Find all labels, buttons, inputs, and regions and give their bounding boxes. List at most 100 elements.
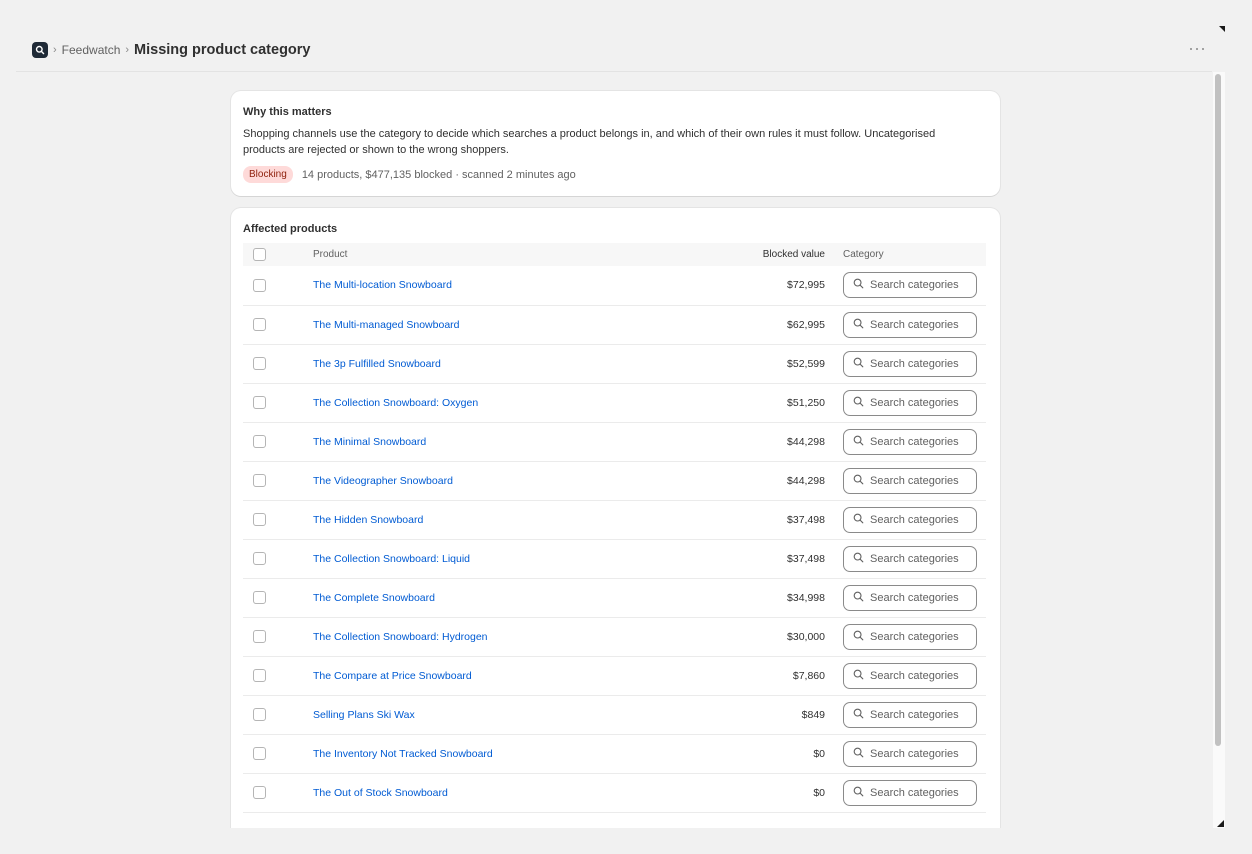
product-link[interactable]: The Compare at Price Snowboard bbox=[313, 670, 472, 682]
search-icon bbox=[853, 278, 864, 292]
category-search-field[interactable] bbox=[843, 311, 977, 338]
row-checkbox[interactable] bbox=[253, 591, 266, 604]
category-search-field[interactable] bbox=[843, 272, 977, 299]
row-checkbox[interactable] bbox=[253, 357, 266, 370]
row-checkbox[interactable] bbox=[253, 708, 266, 721]
category-search-field[interactable] bbox=[843, 467, 977, 494]
category-search-field[interactable] bbox=[843, 389, 977, 416]
row-checkbox[interactable] bbox=[253, 278, 266, 292]
product-link[interactable]: The Collection Snowboard: Liquid bbox=[313, 553, 470, 565]
more-horizontal-icon[interactable] bbox=[1190, 42, 1204, 56]
scrollbar[interactable] bbox=[1213, 72, 1225, 828]
product-link[interactable]: The Complete Snowboard bbox=[313, 592, 435, 604]
category-search-field[interactable] bbox=[843, 779, 977, 806]
status-badge: Blocking bbox=[243, 166, 293, 183]
product-link[interactable]: The Out of Stock Snowboard bbox=[313, 787, 448, 799]
category-search-field[interactable] bbox=[843, 428, 977, 455]
product-link[interactable]: Selling Plans Ski Wax bbox=[313, 709, 415, 721]
blocked-value: $0 bbox=[813, 747, 825, 760]
category-search-field[interactable] bbox=[843, 623, 977, 650]
main-content: Why this matters Shopping channels use t… bbox=[16, 72, 1212, 828]
search-icon bbox=[853, 318, 864, 332]
category-search-field[interactable] bbox=[843, 701, 977, 728]
product-link[interactable]: The Videographer Snowboard bbox=[313, 475, 453, 487]
category-search-field[interactable] bbox=[843, 545, 977, 572]
category-search-field[interactable] bbox=[843, 584, 977, 611]
category-search-input[interactable] bbox=[870, 786, 970, 799]
category-search-input[interactable] bbox=[870, 435, 970, 448]
table-row: The Inventory Not Tracked Snowboard $0 bbox=[243, 734, 986, 773]
table-row: The Compare at Price Snowboard $7,860 bbox=[243, 656, 986, 695]
breadcrumb-feedwatch[interactable]: Feedwatch bbox=[62, 43, 121, 57]
status-row: Blocking 14 products, $477,135 blocked ·… bbox=[243, 166, 988, 183]
table-header-row: Product Blocked value Category bbox=[243, 243, 986, 266]
row-checkbox[interactable] bbox=[253, 747, 266, 760]
blocked-value: $44,298 bbox=[787, 435, 825, 448]
row-checkbox[interactable] bbox=[253, 396, 266, 409]
category-search-input[interactable] bbox=[870, 591, 970, 604]
search-icon bbox=[853, 747, 864, 761]
column-header-blocked-value[interactable]: Blocked value bbox=[679, 243, 843, 266]
table-row: The Minimal Snowboard $44,298 bbox=[243, 422, 986, 461]
blocked-value: $0 bbox=[813, 786, 825, 799]
category-search-field[interactable] bbox=[843, 740, 977, 767]
table-row: The Collection Snowboard: Hydrogen $30,00… bbox=[243, 617, 986, 656]
row-checkbox[interactable] bbox=[253, 474, 266, 487]
search-icon bbox=[853, 396, 864, 410]
category-search-input[interactable] bbox=[870, 396, 970, 409]
category-search-input[interactable] bbox=[870, 747, 970, 760]
blocked-value: $37,498 bbox=[787, 513, 825, 526]
window-corner-marker bbox=[1219, 26, 1225, 32]
page-header: › Feedwatch › Missing product category bbox=[16, 28, 1212, 72]
product-link[interactable]: The Collection Snowboard: Hydrogen bbox=[313, 631, 488, 643]
blocked-value: $37,498 bbox=[787, 552, 825, 565]
table-row: The Collection Snowboard: Liquid $37,498 bbox=[243, 539, 986, 578]
category-search-field[interactable] bbox=[843, 662, 977, 689]
product-link[interactable]: The Multi-managed Snowboard bbox=[313, 319, 460, 331]
category-search-input[interactable] bbox=[870, 630, 970, 643]
category-search-input[interactable] bbox=[870, 513, 970, 526]
row-checkbox[interactable] bbox=[253, 318, 266, 331]
product-link[interactable]: The Minimal Snowboard bbox=[313, 436, 426, 448]
row-checkbox[interactable] bbox=[253, 669, 266, 682]
product-link[interactable]: The 3p Fulfilled Snowboard bbox=[313, 358, 441, 370]
table-row: Selling Plans Ski Wax $849 bbox=[243, 695, 986, 734]
resize-corner-marker bbox=[1217, 820, 1224, 827]
blocked-value: $30,000 bbox=[787, 630, 825, 643]
category-search-input[interactable] bbox=[870, 669, 970, 682]
blocked-value: $52,599 bbox=[787, 357, 825, 370]
scrollbar-thumb[interactable] bbox=[1215, 74, 1221, 746]
blocked-value: $7,860 bbox=[792, 669, 825, 682]
column-header-category: Category bbox=[843, 249, 884, 260]
select-all-checkbox[interactable] bbox=[253, 248, 266, 261]
row-checkbox[interactable] bbox=[253, 630, 266, 643]
category-search-input[interactable] bbox=[870, 474, 970, 487]
search-icon[interactable] bbox=[32, 41, 48, 58]
table-row: The Multi-managed Snowboard $62,995 bbox=[243, 305, 986, 344]
row-checkbox[interactable] bbox=[253, 513, 266, 526]
product-link[interactable]: The Inventory Not Tracked Snowboard bbox=[313, 748, 493, 760]
search-icon bbox=[853, 708, 864, 722]
category-search-input[interactable] bbox=[870, 318, 970, 331]
product-link[interactable]: The Hidden Snowboard bbox=[313, 514, 423, 526]
search-icon bbox=[853, 786, 864, 800]
category-search-input[interactable] bbox=[870, 279, 970, 292]
row-checkbox[interactable] bbox=[253, 552, 266, 565]
blocked-value: $849 bbox=[801, 708, 825, 721]
category-search-field[interactable] bbox=[843, 506, 977, 533]
column-header-product[interactable]: Product bbox=[313, 243, 679, 266]
page-title: Missing product category bbox=[134, 41, 311, 58]
row-checkbox[interactable] bbox=[253, 786, 266, 799]
table-row: The Out of Stock Snowboard $0 bbox=[243, 773, 986, 812]
table-row: The Videographer Snowboard $44,298 bbox=[243, 461, 986, 500]
category-search-input[interactable] bbox=[870, 708, 970, 721]
category-search-input[interactable] bbox=[870, 552, 970, 565]
category-search-field[interactable] bbox=[843, 350, 977, 377]
search-icon bbox=[853, 513, 864, 527]
row-checkbox[interactable] bbox=[253, 435, 266, 448]
search-icon bbox=[853, 357, 864, 371]
product-link[interactable]: The Multi-location Snowboard bbox=[313, 279, 452, 291]
product-link[interactable]: The Collection Snowboard: Oxygen bbox=[313, 397, 478, 409]
category-search-input[interactable] bbox=[870, 357, 970, 370]
card-title: Why this matters bbox=[243, 106, 332, 118]
